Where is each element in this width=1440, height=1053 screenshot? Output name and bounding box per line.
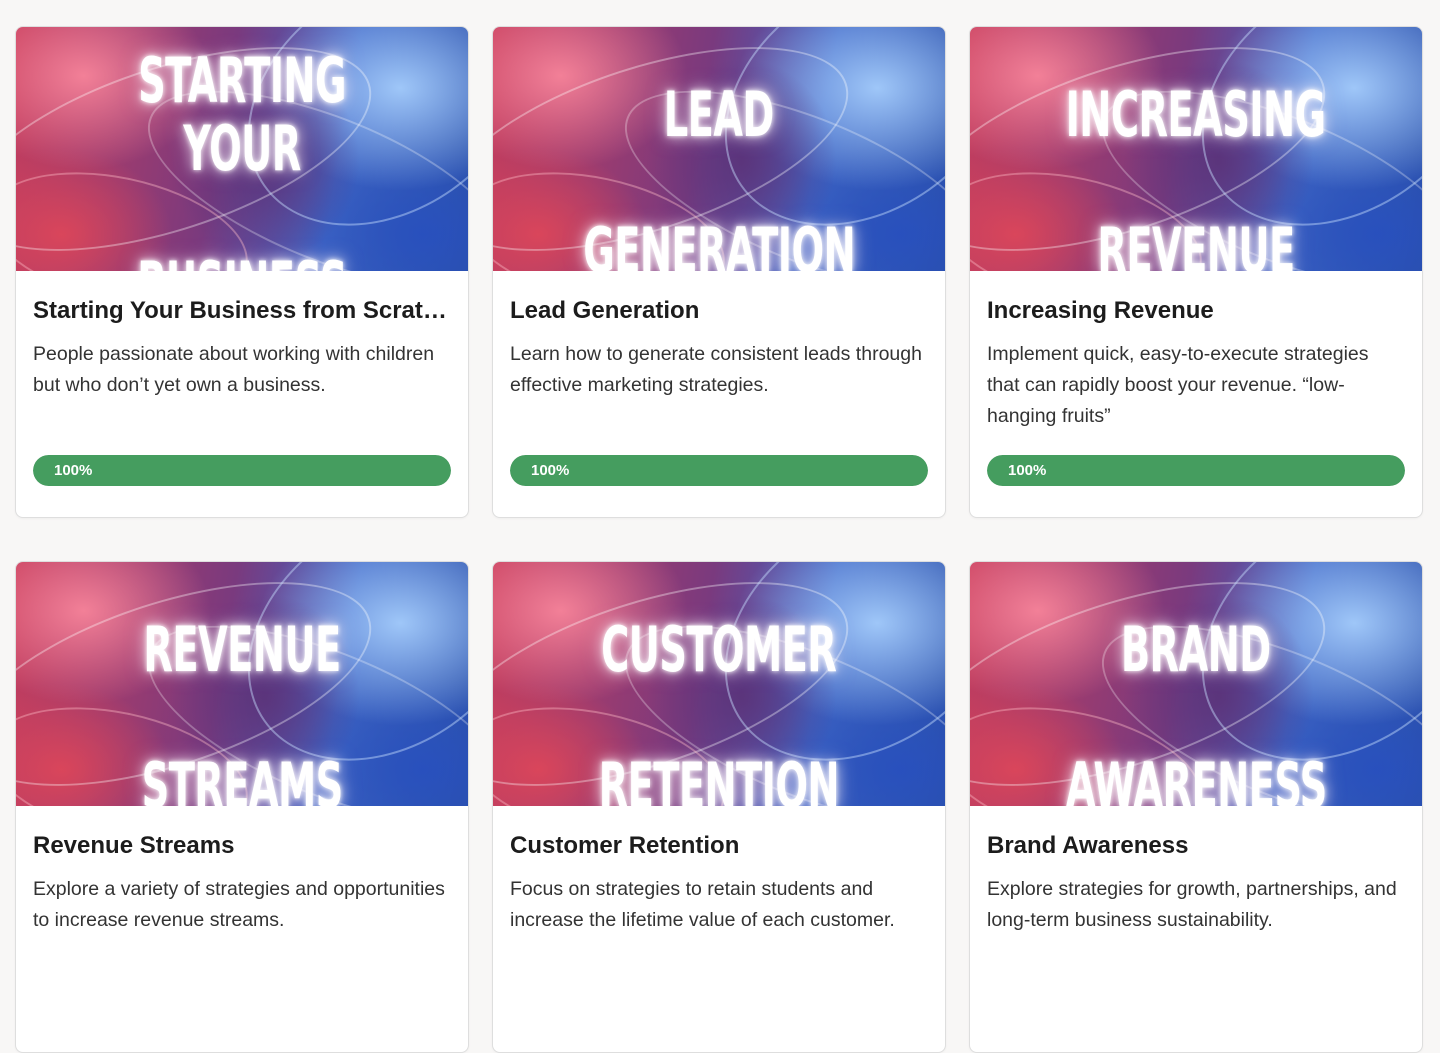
course-thumbnail[interactable]: INCREASING REVENUE: [970, 27, 1422, 271]
course-grid: STARTING YOUR BUSINESS Starting Your Bus…: [15, 26, 1423, 1053]
thumbnail-title-line: AWARENESS: [1065, 749, 1327, 807]
thumbnail-title-line: REVENUE: [143, 613, 341, 686]
course-description: People passionate about working with chi…: [33, 343, 435, 396]
course-thumbnail[interactable]: STARTING YOUR BUSINESS: [16, 27, 468, 271]
thumbnail-title-line: RETENTION: [598, 749, 840, 807]
thumbnail-title-line: BUSINESS: [137, 251, 347, 272]
thumbnail-title-line: CUSTOMER: [601, 613, 837, 686]
course-description: Explore strategies for growth, partnersh…: [987, 878, 1397, 931]
thumbnail-title-line: STREAMS: [141, 749, 343, 807]
course-card[interactable]: INCREASING REVENUE Increasing Revenue Im…: [969, 26, 1423, 518]
thumbnail-title-line: STARTING YOUR: [138, 44, 346, 185]
thumbnail-title-line: INCREASING: [1066, 78, 1326, 151]
progress-bar: 100%: [510, 455, 928, 486]
thumbnail-title: REVENUE STREAMS: [16, 562, 468, 807]
course-card[interactable]: LEAD GENERATION Lead Generation Learn ho…: [492, 26, 946, 518]
course-description: Explore a variety of strategies and oppo…: [33, 878, 445, 931]
course-card[interactable]: STARTING YOUR BUSINESS Starting Your Bus…: [15, 26, 469, 518]
course-description: Implement quick, easy-to-execute strateg…: [987, 343, 1369, 427]
course-title[interactable]: Starting Your Business from Scrat…: [33, 293, 451, 329]
course-card[interactable]: BRAND AWARENESS Brand Awareness Explore …: [969, 561, 1423, 1053]
progress-fill: 100%: [987, 455, 1405, 486]
progress-bar: 100%: [33, 455, 451, 486]
progress-fill: 100%: [510, 455, 928, 486]
thumbnail-title: INCREASING REVENUE: [970, 27, 1422, 272]
thumbnail-title: STARTING YOUR BUSINESS: [16, 27, 468, 272]
thumbnail-title: BRAND AWARENESS: [970, 562, 1422, 807]
thumbnail-title-line: LEAD: [664, 78, 775, 151]
thumbnail-title-line: GENERATION: [583, 214, 855, 272]
course-description: Focus on strategies to retain students a…: [510, 878, 895, 931]
course-description: Learn how to generate consistent leads t…: [510, 343, 922, 396]
course-thumbnail[interactable]: CUSTOMER RETENTION: [493, 562, 945, 806]
thumbnail-title: CUSTOMER RETENTION: [493, 562, 945, 807]
course-thumbnail[interactable]: REVENUE STREAMS: [16, 562, 468, 806]
course-thumbnail[interactable]: BRAND AWARENESS: [970, 562, 1422, 806]
course-card[interactable]: REVENUE STREAMS Revenue Streams Explore …: [15, 561, 469, 1053]
thumbnail-title-line: REVENUE: [1097, 214, 1295, 272]
course-title[interactable]: Lead Generation: [510, 293, 928, 329]
course-title[interactable]: Customer Retention: [510, 828, 928, 864]
course-card[interactable]: CUSTOMER RETENTION Customer Retention Fo…: [492, 561, 946, 1053]
course-thumbnail[interactable]: LEAD GENERATION: [493, 27, 945, 271]
course-title[interactable]: Brand Awareness: [987, 828, 1405, 864]
progress-bar: 100%: [987, 455, 1405, 486]
progress-fill: 100%: [33, 455, 451, 486]
thumbnail-title-line: BRAND: [1121, 613, 1271, 686]
course-title[interactable]: Revenue Streams: [33, 828, 451, 864]
thumbnail-title: LEAD GENERATION: [493, 27, 945, 272]
course-title[interactable]: Increasing Revenue: [987, 293, 1405, 329]
